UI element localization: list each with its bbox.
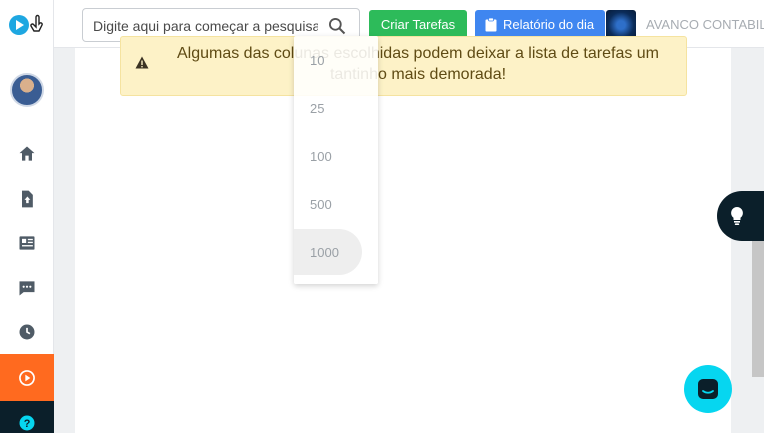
- play-icon[interactable]: [17, 368, 37, 388]
- option-1000[interactable]: 1000: [310, 245, 339, 260]
- option-25[interactable]: 25: [310, 101, 324, 116]
- chat-icon: [698, 379, 718, 399]
- sidebar-item-active[interactable]: [0, 354, 54, 401]
- main-content: [75, 48, 731, 433]
- chat-launcher-button[interactable]: [684, 365, 732, 413]
- news-icon[interactable]: [17, 233, 37, 253]
- search-input[interactable]: [93, 16, 318, 36]
- option-100[interactable]: 100: [310, 149, 332, 164]
- clock-icon[interactable]: [17, 322, 37, 342]
- warning-alert: Algumas das colunas escolhidas podem dei…: [120, 36, 687, 96]
- option-10[interactable]: 10: [310, 53, 324, 68]
- tips-tab[interactable]: [717, 191, 764, 241]
- page-size-dropdown[interactable]: 10 25 100 500 1000: [294, 36, 378, 284]
- home-icon[interactable]: [17, 144, 37, 164]
- option-500[interactable]: 500: [310, 197, 332, 212]
- svg-text:?: ?: [24, 418, 31, 430]
- sidebar: ?: [0, 0, 54, 433]
- lightbulb-icon: [731, 207, 743, 225]
- sidebar-item-help[interactable]: ?: [0, 401, 54, 433]
- avatar[interactable]: [10, 73, 44, 107]
- company-name[interactable]: AVANCO CONTABIL: [646, 17, 764, 32]
- alert-message: Algumas das colunas escolhidas podem dei…: [176, 45, 660, 83]
- app-logo-icon[interactable]: [8, 12, 48, 38]
- upload-icon[interactable]: [17, 189, 37, 209]
- chat-bubble-icon[interactable]: [17, 278, 37, 298]
- search-icon[interactable]: [327, 16, 347, 36]
- help-icon[interactable]: ?: [17, 413, 37, 433]
- clipboard-icon: [485, 18, 497, 32]
- warning-icon: [135, 56, 149, 69]
